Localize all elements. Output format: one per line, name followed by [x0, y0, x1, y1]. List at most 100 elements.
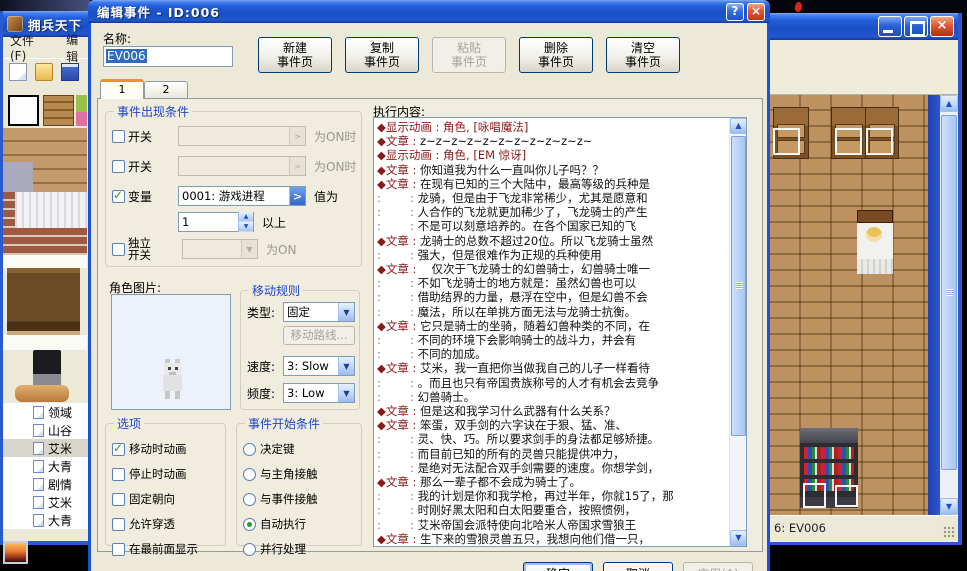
tile-brick-wall[interactable] [3, 228, 87, 255]
map-vertical-scrollbar[interactable]: ▲ ▼ [940, 95, 958, 515]
scroll-up-icon[interactable]: ▲ [730, 118, 747, 134]
trigger-row[interactable]: 决定键 [243, 441, 357, 457]
option-checkbox[interactable] [112, 468, 125, 481]
open-folder-icon[interactable] [35, 63, 53, 81]
command-line[interactable]: : : 而目前已知的所有的灵兽只能提供冲力， [377, 447, 727, 461]
tile-empty-row[interactable] [3, 255, 87, 268]
command-line[interactable]: ◆显示动画 : 角色, [咏唱魔法] [377, 120, 727, 134]
command-line[interactable]: ◆显示动画 : 角色, [EM 惊讶] [377, 148, 727, 162]
move-speed-arrow-icon[interactable]: ▼ [338, 357, 354, 375]
map-tree-item[interactable]: 山谷 [3, 421, 90, 439]
tile-cushion-sprite[interactable] [15, 385, 69, 402]
minimize-button[interactable] [878, 16, 902, 37]
page-button-2[interactable]: 复制事件页 [345, 37, 419, 73]
switch1-checkbox[interactable] [112, 130, 125, 143]
footer-button[interactable]: 确定 [523, 562, 593, 571]
page-button-4[interactable]: 删除事件页 [519, 37, 593, 73]
tile-grass[interactable] [76, 95, 87, 126]
map-tree-item[interactable]: 剧情 [3, 475, 90, 493]
command-line[interactable]: ◆文章 : 你知道我为什么一直叫你儿子吗？？ [377, 163, 727, 177]
scroll-down-icon[interactable]: ▼ [940, 498, 958, 515]
command-line[interactable]: : : 人合作的飞龙就更加稀少了，飞龙骑士的产生 [377, 205, 727, 219]
tile-fence[interactable] [3, 192, 87, 228]
tile-gray[interactable] [3, 162, 33, 192]
command-line[interactable]: : : 不同的环境下会影响骑士的战斗力，并会有 [377, 333, 727, 347]
trigger-radio[interactable] [243, 443, 256, 456]
map-tree-item[interactable]: 大青 [3, 511, 90, 529]
save-icon[interactable] [61, 63, 79, 81]
option-row[interactable]: 在最前面显示 [112, 541, 221, 557]
command-line[interactable]: ◆文章 : 它只是骑士的坐骑，随着幻兽种类的不同，在 [377, 319, 727, 333]
trigger-row[interactable]: 自动执行 [243, 516, 357, 532]
option-row[interactable]: 允许穿透 [112, 516, 221, 532]
command-scrollbar[interactable]: ▲ ▼ [729, 118, 746, 546]
new-file-icon[interactable] [9, 63, 27, 81]
dialog-titlebar[interactable]: 编辑事件 - ID:006 ? × [88, 0, 770, 23]
command-list[interactable]: ◆显示动画 : 角色, [咏唱魔法]◆文章 : z~z~z~z~z~z~z~z~… [373, 117, 747, 547]
map-canvas[interactable] [770, 95, 928, 515]
option-checkbox[interactable] [112, 543, 125, 556]
maximize-button[interactable] [904, 16, 928, 37]
variable-choose-icon[interactable]: > [289, 187, 305, 205]
command-line[interactable]: : : 强大，但是很难作为正规的兵种使用 [377, 248, 727, 262]
event-cell-outline[interactable] [866, 128, 893, 155]
self-switch-checkbox[interactable] [112, 243, 125, 256]
command-line[interactable]: ◆文章 : 仅次于飞龙骑士的幻兽骑士，幻兽骑士唯一 [377, 262, 727, 276]
map-tree-item[interactable]: 艾米 [3, 493, 90, 511]
command-line[interactable]: : : 不是可以刻意培养的。在各个国家已知的飞 [377, 219, 727, 233]
trigger-radio[interactable] [243, 543, 256, 556]
command-line[interactable]: : : 时刚好黑太阳和白太阳要重合，按照惯例， [377, 503, 727, 517]
trigger-row[interactable]: 与事件接触 [243, 491, 357, 507]
footer-button[interactable]: 取消 [603, 562, 673, 571]
spin-down-icon[interactable]: ▼ [239, 222, 253, 232]
option-checkbox[interactable] [112, 493, 125, 506]
scrollbar-thumb[interactable] [941, 115, 957, 470]
option-row[interactable]: 移动时动画 [112, 441, 221, 457]
event-name-input[interactable]: EV006 [103, 46, 233, 67]
option-checkbox[interactable] [112, 443, 125, 456]
trigger-radio[interactable] [243, 468, 256, 481]
switch2-checkbox[interactable] [112, 160, 125, 173]
threshold-spinner[interactable]: 1 ▲▼ [178, 212, 254, 232]
page-button-1[interactable]: 新建事件页 [258, 37, 332, 73]
close-button[interactable]: × [930, 16, 954, 37]
menu-file[interactable]: 文件(F) [10, 32, 50, 63]
taskbar-thumbnail-icon[interactable] [3, 541, 28, 564]
move-freq-arrow-icon[interactable]: ▼ [338, 384, 354, 402]
variable-checkbox[interactable] [112, 190, 125, 203]
tile-parquet[interactable] [43, 95, 74, 126]
map-tree[interactable]: 领域山谷艾米大青剧情艾米大青 [3, 403, 90, 529]
tileset-palette[interactable] [3, 85, 87, 403]
command-line[interactable]: ◆文章 : 艾米，我一直把你当做我自己的儿子一样看待 [377, 361, 727, 375]
scroll-down-icon[interactable]: ▼ [730, 530, 747, 546]
command-line[interactable]: : : 灵、快、巧。所以要求剑手的身法都足够矫捷。 [377, 432, 727, 446]
tab-1[interactable]: 1 [100, 79, 144, 99]
command-line[interactable]: : : 不同的加成。 [377, 347, 727, 361]
scrollbar-thumb[interactable] [731, 136, 746, 436]
spinner-buttons[interactable]: ▲▼ [238, 212, 253, 232]
page-button-5[interactable]: 清空事件页 [606, 37, 680, 73]
map-tree-item[interactable]: 领域 [3, 403, 90, 421]
resize-grip[interactable] [943, 526, 956, 539]
scroll-up-icon[interactable]: ▲ [940, 95, 958, 112]
tile-blank-selected[interactable] [8, 95, 39, 126]
tab-2[interactable]: 2 [144, 81, 188, 99]
command-line[interactable]: ◆文章 : 在现有已知的三个大陆中，最高等级的兵种是 [377, 177, 727, 191]
option-checkbox[interactable] [112, 518, 125, 531]
dialog-close-button[interactable]: × [747, 3, 765, 21]
trigger-row[interactable]: 与主角接触 [243, 466, 357, 482]
command-line[interactable]: ◆文章 : 那么一辈子都不会成为骑士了。 [377, 475, 727, 489]
command-line[interactable]: : : 是绝对无法配合双手剑需要的速度。你想学剑， [377, 461, 727, 475]
command-line[interactable]: ◆文章 : 龙骑士的总数不超过20位。所以飞龙骑士虽然 [377, 234, 727, 248]
move-freq-dropdown[interactable]: 3: Low ▼ [283, 383, 355, 403]
tile-empty-row2[interactable] [3, 335, 87, 350]
map-tree-item[interactable]: 大青 [3, 457, 90, 475]
command-line[interactable]: : : 幻兽骑士。 [377, 390, 727, 404]
command-line[interactable]: : : 我的计划是你和我学枪，再过半年，你就15了，那 [377, 489, 727, 503]
event-cell-outline[interactable] [835, 485, 858, 507]
option-row[interactable]: 固定朝向 [112, 491, 221, 507]
command-line[interactable]: : : 龙骑，但是由于飞龙非常稀少，尤其是愿意和 [377, 191, 727, 205]
command-line[interactable]: : : 艾米帝国会派特使向北哈米人帝国求雪狼王 [377, 518, 727, 532]
map-window-titlebar[interactable]: × [770, 13, 958, 40]
command-line[interactable]: ◆文章 : 生下来的雪狼灵兽五只，我想向他们借一只， [377, 532, 727, 546]
